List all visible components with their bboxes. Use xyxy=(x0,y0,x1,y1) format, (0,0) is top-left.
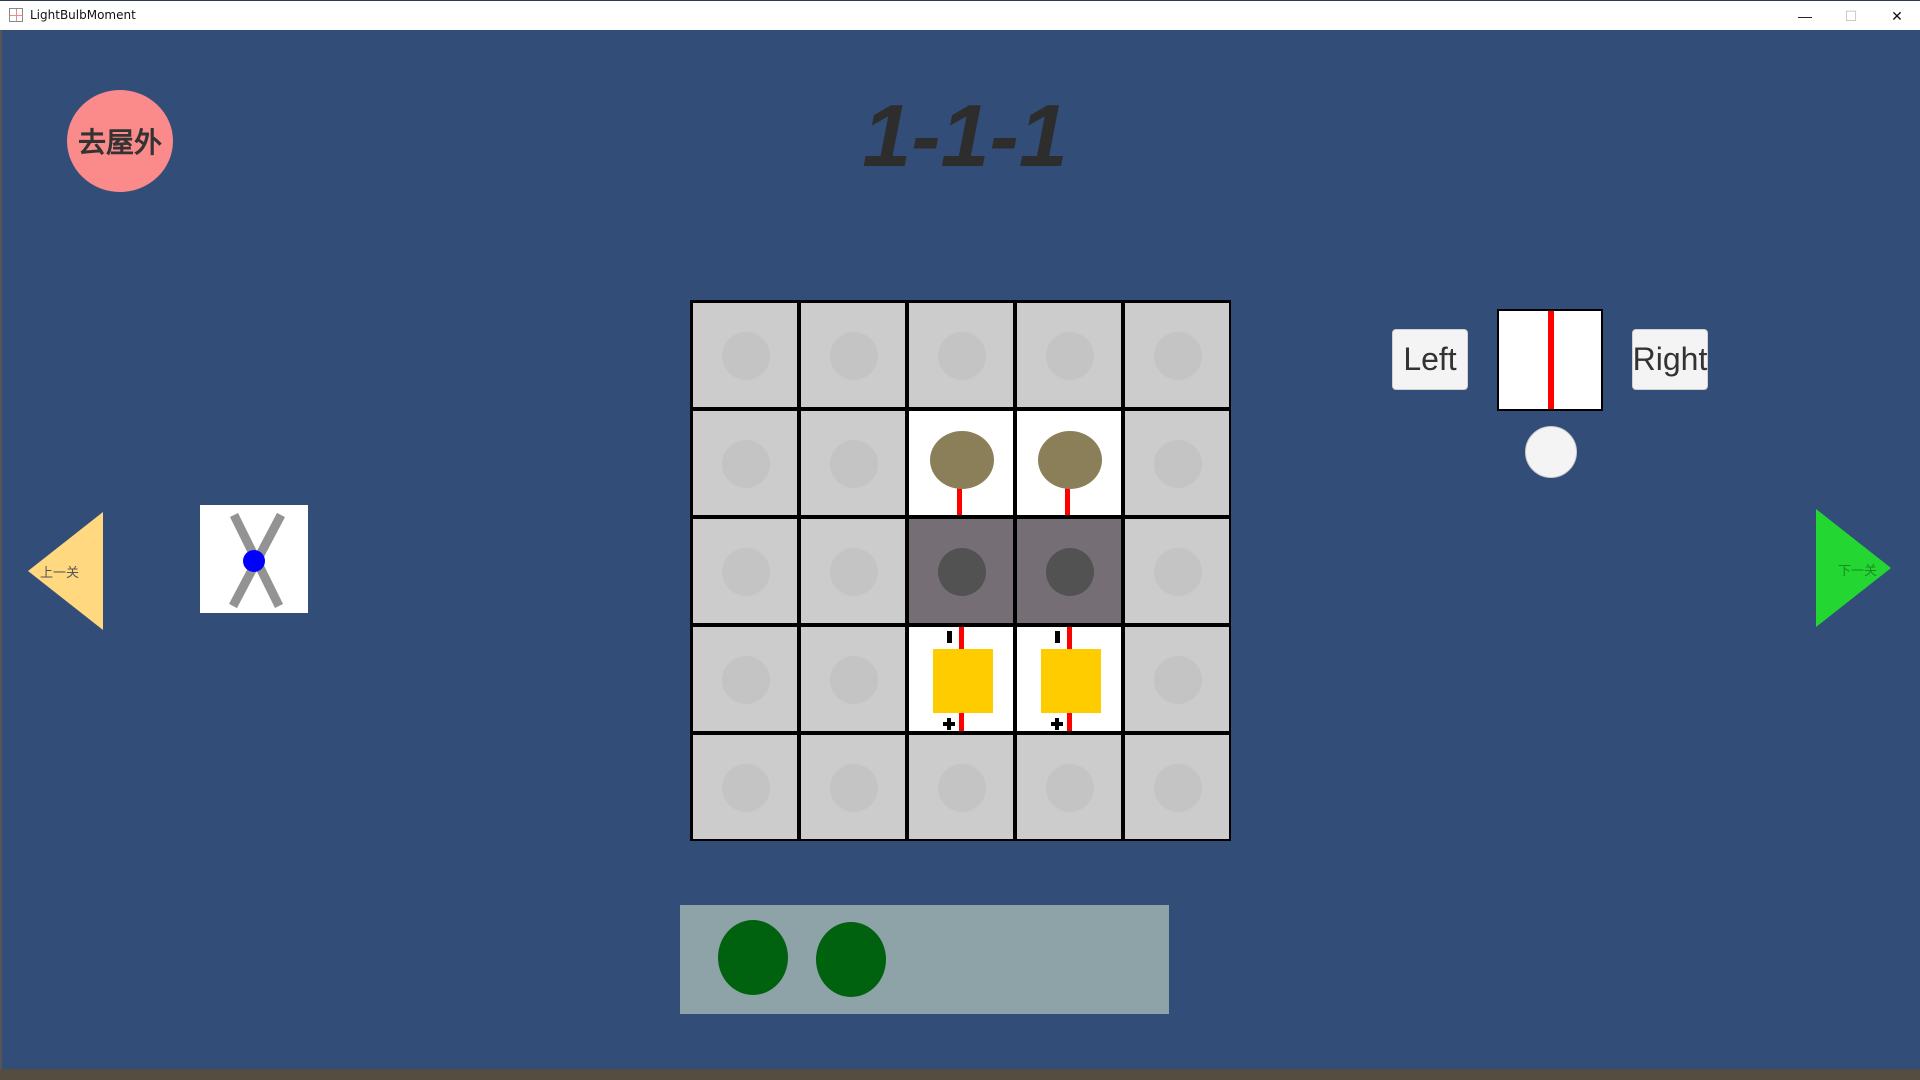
empty-slot-icon xyxy=(937,547,986,596)
taskbar-edge xyxy=(0,1069,1920,1080)
board-cell-empty[interactable] xyxy=(800,735,905,840)
empty-slot-icon xyxy=(721,331,770,380)
empty-slot-icon xyxy=(829,656,878,705)
cross-wire-tile[interactable] xyxy=(200,505,308,613)
board-cell-empty[interactable] xyxy=(1125,627,1230,732)
battery-negative-icon xyxy=(1055,631,1061,644)
empty-slot-icon xyxy=(721,764,770,813)
rotate-right-button[interactable]: Right xyxy=(1632,329,1708,390)
board-cell-empty[interactable] xyxy=(692,518,797,623)
board-cell-battery[interactable] xyxy=(1017,627,1122,732)
light-bulb-icon xyxy=(929,430,994,489)
go-outdoor-button[interactable]: 去屋外 xyxy=(67,90,173,192)
empty-slot-icon xyxy=(1046,547,1095,596)
game-board xyxy=(690,300,1231,841)
inventory-item-green-piece[interactable] xyxy=(718,920,788,995)
wire-segment xyxy=(956,484,962,515)
board-cell-bulb[interactable] xyxy=(908,410,1013,515)
window-title: LightBulbMoment xyxy=(30,8,136,22)
board-cell-empty[interactable] xyxy=(1017,735,1122,840)
battery-icon xyxy=(1041,649,1102,714)
board-cell-empty[interactable] xyxy=(800,302,905,407)
board-cell-empty[interactable] xyxy=(1125,735,1230,840)
board-cell-blocked[interactable] xyxy=(1017,518,1122,623)
inventory-item-green-piece[interactable] xyxy=(816,922,886,997)
window-titlebar: LightBulbMoment — ☐ ✕ xyxy=(0,0,1920,30)
close-icon[interactable]: ✕ xyxy=(1874,1,1920,31)
prev-level-label[interactable]: 上一关 xyxy=(40,562,79,581)
empty-slot-icon xyxy=(721,439,770,488)
place-piece-button[interactable] xyxy=(1525,426,1577,478)
battery-icon xyxy=(932,649,993,714)
preview-wire-vertical xyxy=(1548,311,1554,409)
light-bulb-icon xyxy=(1038,430,1103,489)
board-cell-empty[interactable] xyxy=(1125,518,1230,623)
empty-slot-icon xyxy=(937,331,986,380)
board-cell-empty[interactable] xyxy=(800,410,905,515)
empty-slot-icon xyxy=(937,764,986,813)
piece-preview xyxy=(1497,309,1603,411)
board-cell-empty[interactable] xyxy=(800,518,905,623)
board-cell-empty[interactable] xyxy=(1017,302,1122,407)
battery-positive-icon xyxy=(942,718,955,731)
empty-slot-icon xyxy=(1154,656,1203,705)
junction-dot xyxy=(243,550,265,572)
battery-negative-icon xyxy=(946,631,952,644)
app-icon xyxy=(9,8,23,22)
board-cell-empty[interactable] xyxy=(800,627,905,732)
empty-slot-icon xyxy=(1154,764,1203,813)
board-cell-battery[interactable] xyxy=(908,627,1013,732)
empty-slot-icon xyxy=(1154,439,1203,488)
board-cell-blocked[interactable] xyxy=(908,518,1013,623)
board-cell-empty[interactable] xyxy=(692,410,797,515)
board-cell-empty[interactable] xyxy=(692,302,797,407)
empty-slot-icon xyxy=(1046,764,1095,813)
empty-slot-icon xyxy=(829,439,878,488)
board-cell-empty[interactable] xyxy=(1125,410,1230,515)
empty-slot-icon xyxy=(1154,331,1203,380)
empty-slot-icon xyxy=(1046,331,1095,380)
minimize-icon[interactable]: — xyxy=(1782,1,1828,31)
rotate-left-button[interactable]: Left xyxy=(1392,329,1468,390)
empty-slot-icon xyxy=(721,656,770,705)
empty-slot-icon xyxy=(829,547,878,596)
board-cell-empty[interactable] xyxy=(908,302,1013,407)
battery-positive-icon xyxy=(1051,718,1064,731)
maximize-icon[interactable]: ☐ xyxy=(1828,1,1874,31)
wire-segment xyxy=(1065,484,1071,515)
empty-slot-icon xyxy=(1154,547,1203,596)
board-cell-empty[interactable] xyxy=(1125,302,1230,407)
board-cell-empty[interactable] xyxy=(692,627,797,732)
window-edge xyxy=(0,30,2,1070)
board-cell-empty[interactable] xyxy=(692,735,797,840)
cross-wire-junction-icon xyxy=(229,512,285,609)
empty-slot-icon xyxy=(829,331,878,380)
empty-slot-icon xyxy=(829,764,878,813)
inventory-tray xyxy=(680,905,1169,1014)
next-level-label[interactable]: 下一关 xyxy=(1838,560,1877,579)
level-title: 1-1-1 xyxy=(862,86,1068,185)
board-cell-bulb[interactable] xyxy=(1017,410,1122,515)
board-cell-empty[interactable] xyxy=(908,735,1013,840)
empty-slot-icon xyxy=(721,547,770,596)
